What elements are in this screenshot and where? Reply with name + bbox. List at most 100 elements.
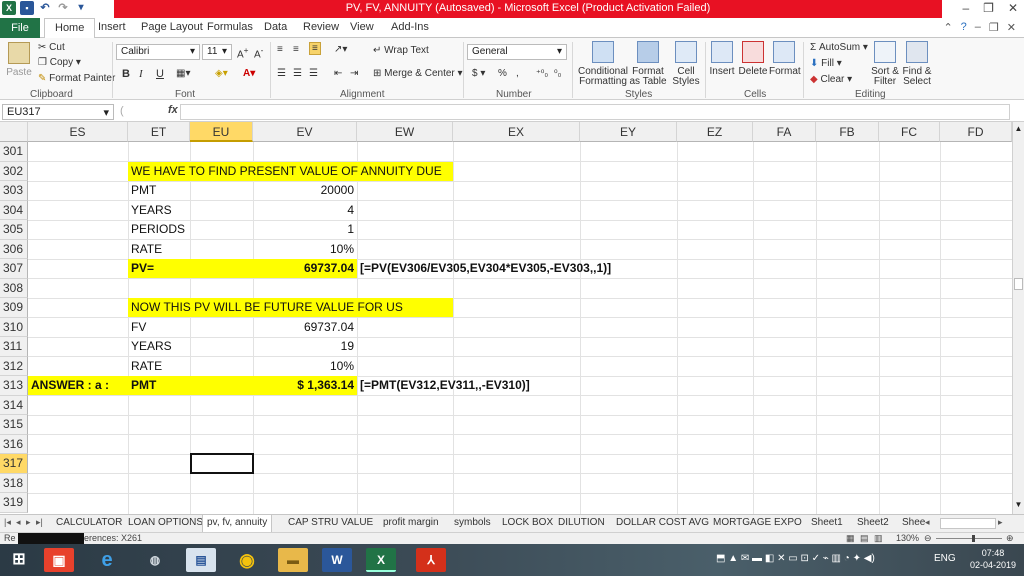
minimize-ribbon-icon[interactable]: ⌃ (943, 21, 952, 34)
cell-EW307[interactable]: [=PV(EV306/EV305,EV304*EV305,-EV303,,1)] (360, 259, 611, 278)
sheet-tab[interactable]: EXPO (774, 517, 802, 528)
internet-explorer-icon[interactable]: e (92, 548, 122, 572)
cell-ET305[interactable]: PERIODS (131, 220, 185, 239)
cell-EW313[interactable]: [=PMT(EV312,EV311,,-EV310)] (360, 376, 530, 395)
tab-page-layout[interactable]: Page Layout (141, 21, 203, 33)
cell-EV303[interactable]: 20000 (253, 181, 354, 200)
font-name-select[interactable]: Calibri ▾ (116, 44, 200, 60)
view-page-break-icon[interactable]: ▥ (874, 533, 883, 544)
sheet-tab[interactable]: DILUTION (558, 517, 605, 528)
conditional-formatting-button[interactable]: Conditional Formatting (577, 41, 629, 87)
tab-view[interactable]: View (350, 21, 374, 33)
view-page-layout-icon[interactable]: ▤ (860, 533, 869, 544)
cell-EV311[interactable]: 19 (253, 337, 354, 356)
acrobat-icon[interactable]: ⅄ (416, 548, 446, 572)
doc-close-icon[interactable]: ✕ (1007, 21, 1016, 34)
zoom-level[interactable]: 130% (896, 533, 919, 543)
column-header[interactable]: FC (879, 122, 940, 142)
row-header[interactable]: 311 (0, 337, 28, 357)
select-all-corner[interactable] (0, 122, 28, 142)
cell-EV312[interactable]: 10% (253, 357, 354, 376)
active-cell-EU317[interactable] (190, 453, 254, 474)
scroll-thumb[interactable] (1014, 278, 1023, 290)
cell-ET307[interactable]: PV= (131, 259, 154, 278)
sort-filter-button[interactable]: Sort & Filter (868, 41, 902, 87)
percent-format-button[interactable]: % (498, 68, 507, 79)
sheet-tab[interactable]: Sheet1 (811, 517, 843, 528)
column-header[interactable]: FA (753, 122, 816, 142)
grow-font-icon[interactable]: A+ (237, 45, 249, 60)
column-header[interactable]: ES (28, 122, 128, 142)
middle-align-icon[interactable]: ≡ (293, 44, 299, 55)
formula-input[interactable] (180, 104, 1010, 120)
cell-ET312[interactable]: RATE (131, 357, 162, 376)
tab-insert[interactable]: Insert (98, 21, 126, 33)
sheet-tab[interactable]: CALCULATOR (56, 517, 122, 528)
sheet-tab[interactable]: Shee (902, 517, 925, 528)
increase-decimal-icon[interactable]: ⁺⁰₀ (536, 68, 548, 79)
excel-icon[interactable]: X (366, 548, 396, 572)
row-header[interactable]: 314 (0, 395, 28, 415)
app-icon[interactable]: ◍ (140, 548, 170, 572)
calculator-icon[interactable]: ▤ (186, 548, 216, 572)
sheet-tab[interactable]: LOCK BOX (502, 517, 553, 528)
fill-color-icon[interactable]: ◈▾ (215, 68, 228, 79)
row-header[interactable]: 310 (0, 317, 28, 337)
currency-format-button[interactable]: $ ▾ (472, 68, 485, 79)
format-cells-button[interactable]: Format (769, 41, 801, 77)
copy-button[interactable]: ❐ Copy ▾ (38, 57, 81, 68)
row-header[interactable]: 308 (0, 278, 28, 298)
column-header[interactable]: EZ (677, 122, 753, 142)
cell-ET311[interactable]: YEARS (131, 337, 172, 356)
column-header[interactable]: EV (253, 122, 357, 142)
column-header[interactable]: FB (816, 122, 879, 142)
windows-start-icon[interactable]: ⊞ (4, 548, 34, 572)
row-header[interactable]: 313 (0, 376, 28, 396)
cell-ET304[interactable]: YEARS (131, 201, 172, 220)
scroll-down-icon[interactable]: ▼ (1014, 500, 1023, 510)
comma-format-button[interactable]: , (516, 68, 519, 79)
autosum-button[interactable]: Σ AutoSum ▾ (810, 42, 868, 53)
clear-button[interactable]: ◆ Clear ▾ (810, 74, 852, 85)
formula-cancel-icon[interactable]: ( (120, 105, 124, 117)
row-header[interactable]: 312 (0, 356, 28, 376)
zoom-slider[interactable] (936, 538, 1002, 539)
doc-restore-icon[interactable]: ❐ (989, 21, 999, 34)
restore-button[interactable]: ❐ (983, 1, 994, 15)
orientation-icon[interactable]: ↗▾ (334, 44, 347, 55)
row-header[interactable]: 307 (0, 259, 28, 279)
cell-ET313[interactable]: PMT (131, 376, 156, 395)
tab-data[interactable]: Data (264, 21, 287, 33)
tab-scroll-right-icon[interactable]: ▸ (998, 517, 1003, 528)
cell-styles-button[interactable]: Cell Styles (668, 41, 704, 87)
word-icon[interactable]: W (322, 548, 352, 572)
row-header[interactable]: 305 (0, 220, 28, 240)
file-explorer-icon[interactable]: ▬ (278, 548, 308, 572)
sheet-tab[interactable]: symbols (454, 517, 491, 528)
zoom-in-icon[interactable]: ⊕ (1006, 533, 1014, 544)
row-header[interactable]: 317 (0, 454, 28, 474)
fill-button[interactable]: ⬇ Fill ▾ (810, 58, 842, 69)
top-align-icon[interactable]: ≡ (277, 44, 283, 55)
sheet-tab-active[interactable]: pv, fv, annuity (202, 515, 273, 533)
cell-EV307[interactable]: 69737.04 (253, 259, 354, 278)
tray-icons[interactable]: ⬒ ▲ ✉ ▬ ◧ ✕ ▭ ⊡ ✓ ⌁ ▥ ◔ ✦ ◀) (716, 553, 875, 564)
close-button[interactable]: ✕ (1008, 1, 1018, 15)
underline-button[interactable]: U (156, 68, 164, 80)
row-header[interactable]: 302 (0, 161, 28, 181)
cell-ET309[interactable]: NOW THIS PV WILL BE FUTURE VALUE FOR US (131, 298, 403, 317)
zoom-out-icon[interactable]: ⊖ (924, 533, 932, 544)
column-header[interactable]: ET (128, 122, 190, 142)
row-header[interactable]: 309 (0, 298, 28, 318)
input-language[interactable]: ENG (934, 553, 956, 564)
column-header[interactable]: EY (580, 122, 677, 142)
cell-ET303[interactable]: PMT (131, 181, 156, 200)
row-header[interactable]: 303 (0, 181, 28, 201)
worksheet-grid[interactable]: ES ET EU EV EW EX EY EZ FA FB FC FD 301 … (0, 122, 1012, 514)
tab-add-ins[interactable]: Add-Ins (391, 21, 429, 33)
scroll-up-icon[interactable]: ▲ (1014, 124, 1023, 134)
format-painter-button[interactable]: ✎ Format Painter (38, 73, 115, 84)
cell-EV305[interactable]: 1 (253, 220, 354, 239)
paste-button[interactable]: Paste (4, 42, 34, 78)
zoom-slider-thumb[interactable] (972, 535, 975, 542)
